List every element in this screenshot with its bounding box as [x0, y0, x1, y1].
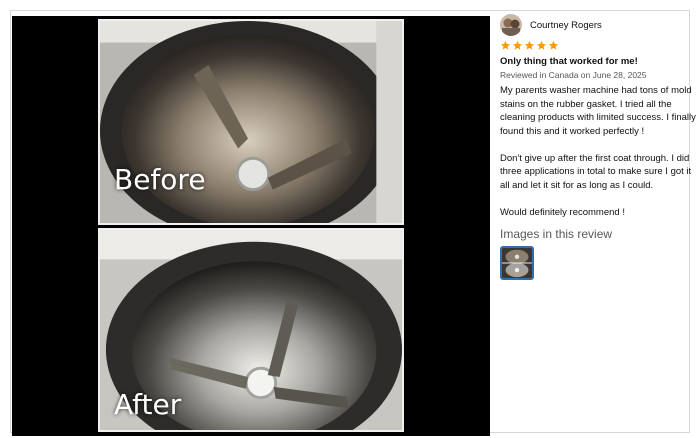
- star-icon: [536, 40, 547, 50]
- before-label: Before: [114, 163, 206, 196]
- after-photo: After: [98, 228, 404, 432]
- review-paragraph: Don't give up after the first coat throu…: [500, 152, 692, 191]
- review-image-viewer: Before After: [12, 16, 490, 436]
- review-date: Reviewed in Canada on June 28, 2025: [500, 70, 647, 80]
- review-image-thumbnail[interactable]: [500, 246, 534, 280]
- star-icon: [512, 40, 523, 50]
- reviewer-name[interactable]: Courtney Rogers: [530, 20, 602, 31]
- review-paragraph: My parents washer machine had tons of mo…: [500, 85, 696, 137]
- before-photo: Before: [98, 19, 404, 225]
- images-heading: Images in this review: [500, 227, 613, 241]
- after-label: After: [114, 388, 182, 421]
- star-icon: [500, 40, 511, 50]
- star-rating: [500, 40, 696, 53]
- star-icon: [524, 40, 535, 50]
- review-panel: Courtney Rogers Only thing that worked f…: [500, 14, 696, 280]
- reviewer-profile[interactable]: Courtney Rogers: [500, 14, 696, 36]
- star-icon: [548, 40, 559, 50]
- avatar[interactable]: [500, 14, 522, 36]
- review-title: Only thing that worked for me!: [500, 56, 638, 67]
- review-body: My parents washer machine had tons of mo…: [500, 84, 696, 219]
- review-paragraph: Would definitely recommend !: [500, 206, 625, 218]
